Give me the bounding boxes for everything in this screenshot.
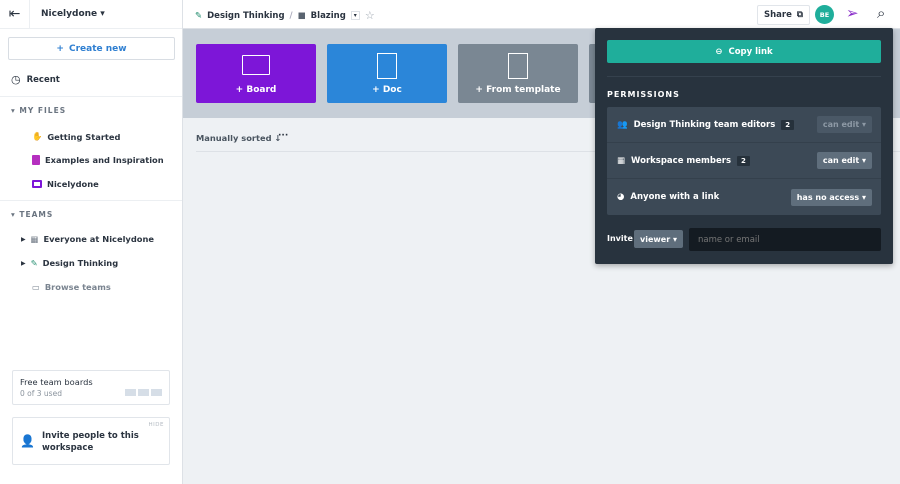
new-doc-tile[interactable]: + Doc [327,44,447,103]
top-bar: ✎ Design Thinking / ■ Blazing ▾ ☆ Share ⧉… [183,0,900,29]
star-icon[interactable]: ☆ [365,9,375,22]
folder-menu-chevron-icon[interactable]: ▾ [350,11,360,20]
folder-icon: ■ [297,10,306,21]
access-select-disabled: can edit ▾ [816,116,872,133]
plus-icon: + [56,43,64,54]
divider [0,200,182,201]
tile-label: + Doc [372,85,402,95]
free-team-boards-card: Free team boards 0 of 3 used [12,370,170,405]
share-label: Share [764,10,792,20]
count-badge: 2 [781,119,795,130]
collapse-sidebar-icon[interactable]: ⇤ [0,0,30,29]
team-label: Everyone at Nicelydone [43,234,155,244]
from-template-tile[interactable]: + From template [458,44,578,103]
workspace-switcher[interactable]: Nicelydone ▾ [41,9,105,19]
browse-teams-link[interactable]: ▭ Browse teams [32,282,111,292]
permission-label: Anyone with a link [630,192,720,202]
tile-label: + Board [235,85,277,95]
sidebar-item-recent[interactable]: ◷ Recent [11,73,60,86]
sidebar-item-nicelydone[interactable]: Nicelydone [32,179,99,189]
teams-label: TEAMS [19,210,54,219]
board-icon [242,55,270,75]
free-boards-title: Free team boards [20,377,93,387]
doc-stack-icon [32,155,40,165]
teams-header[interactable]: ▾ TEAMS [11,210,53,219]
archive-icon: ▭ [32,282,40,292]
share-button[interactable]: Share ⧉ [757,5,810,25]
hide-button[interactable]: HIDE [149,422,164,428]
sidebar-item-examples[interactable]: Examples and Inspiration [32,155,164,165]
permission-label: Workspace members [631,155,732,166]
template-icon [508,53,528,79]
share-icon: ⧉ [796,10,803,20]
team-label: Design Thinking [42,258,119,268]
browse-teams-label: Browse teams [44,282,111,292]
paper-plane-icon[interactable]: ➢ [846,4,859,22]
invite-people-text: Invite people to this workspace [42,431,139,453]
team-everyone[interactable]: ▶ ▦ Everyone at Nicelydone [21,234,154,244]
copy-link-label: Copy link [728,46,773,57]
invite-people-card[interactable]: HIDE 👤 Invite people to this workspace [12,417,170,465]
permission-row-workspace-members: ▦ Workspace members 2 can edit ▾ [607,143,881,179]
create-new-button[interactable]: + Create new [8,37,175,60]
search-icon[interactable]: ⌕ [877,4,885,22]
my-files-label: MY FILES [19,106,67,115]
recent-label: Recent [26,74,60,85]
globe-icon: ◕ [617,192,625,202]
access-select[interactable]: can edit ▾ [816,152,872,169]
breadcrumb-separator: / [289,10,293,21]
breadcrumb-team[interactable]: Design Thinking [207,11,284,21]
expand-arrow-icon[interactable]: ▶ [21,236,26,243]
copy-link-button[interactable]: ⊖ Copy link [607,40,881,63]
invite-label: Invite [607,234,633,243]
permission-row-team-editors: 👥 Design Thinking team editors 2 can edit ▾ [607,107,881,143]
my-files-header[interactable]: ▾ MY FILES [11,106,66,115]
expand-arrow-icon[interactable]: ▶ [21,260,26,267]
item-label: Nicelydone [47,179,99,189]
more-options-icon[interactable]: ··· [278,131,288,141]
team-logo-icon: ✎ [30,258,38,268]
create-new-label: Create new [68,43,127,54]
count-badge: 2 [737,155,750,166]
people-icon: 👥 [617,119,628,130]
new-board-tile[interactable]: + Board [196,44,316,103]
tile-label: + From template [475,85,561,95]
permission-row-link: ◕ Anyone with a link has no access ▾ [607,179,881,215]
permissions-list: 👥 Design Thinking team editors 2 can edit ▾… [607,107,881,215]
invite-email-input[interactable] [689,228,881,251]
team-design-thinking[interactable]: ▶ ✎ Design Thinking [21,258,118,268]
access-select[interactable]: has no access ▾ [790,188,872,206]
permission-label: Design Thinking team editors [633,119,776,130]
user-avatar[interactable]: BE [815,5,834,24]
breadcrumb: ✎ Design Thinking / ■ Blazing ▾ ☆ [195,9,375,22]
hand-wave-icon: ✋ [32,131,43,141]
item-label: Examples and Inspiration [45,155,164,165]
sort-dropdown[interactable]: Manually sorted ↓ [196,133,281,143]
link-icon: ⊖ [715,46,723,57]
team-logo-icon: ✎ [195,10,203,21]
doc-icon [377,53,397,79]
building-icon: ▦ [617,155,626,166]
board-icon [32,180,42,188]
workspace-name: Nicelydone [41,9,98,19]
usage-slots [125,389,162,396]
permissions-heading: PERMISSIONS [607,90,680,99]
invite-role-select[interactable]: viewer ▾ [634,230,683,248]
breadcrumb-folder[interactable]: Blazing [311,11,346,21]
building-icon: ▦ [30,234,39,244]
add-user-icon: 👤 [20,434,35,448]
divider [0,96,182,97]
sidebar: ⇤ Nicelydone ▾ + Create new ◷ Recent ▾ MY … [0,0,183,484]
sidebar-item-getting-started[interactable]: ✋ Getting Started [32,131,120,142]
clock-icon: ◷ [11,73,21,86]
divider [607,76,881,77]
share-popover: ⊖ Copy link PERMISSIONS 👥 Design Thinking … [595,28,893,264]
item-label: Getting Started [47,131,121,142]
